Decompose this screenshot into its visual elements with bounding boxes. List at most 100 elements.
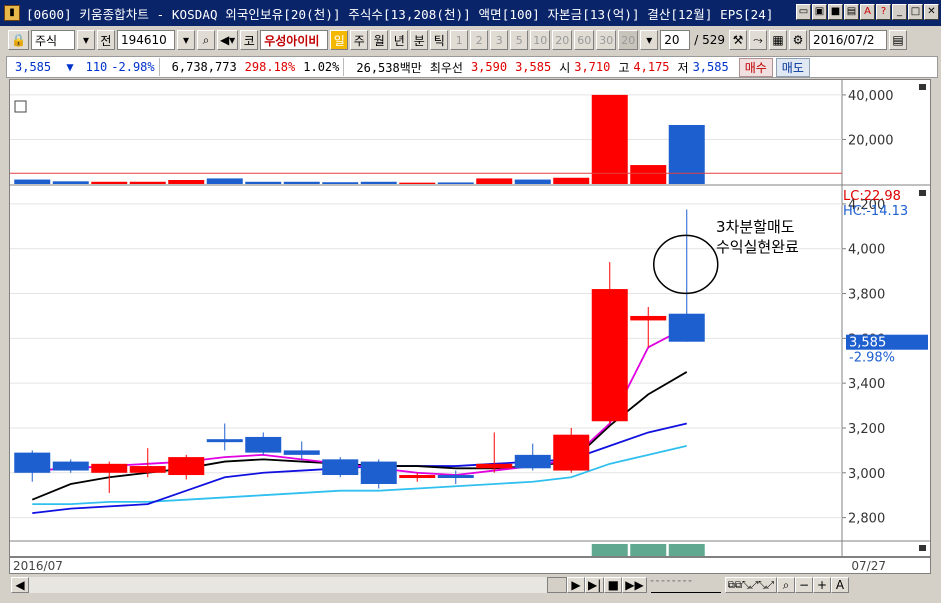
- turnover-value: 1.02%: [303, 60, 340, 74]
- plus-icon[interactable]: +: [813, 577, 832, 593]
- candle-body: [630, 315, 667, 321]
- market-dropdown-icon[interactable]: ▾: [76, 30, 95, 50]
- interval-20[interactable]: 20: [552, 30, 573, 50]
- count-input[interactable]: 20: [660, 30, 691, 50]
- change-value: 110: [85, 60, 108, 74]
- lc-label: LC:22.98: [843, 189, 901, 204]
- volume-bar: [14, 179, 51, 184]
- stop-icon[interactable]: ■: [604, 577, 623, 593]
- lock-icon[interactable]: 🔒: [8, 30, 29, 50]
- volume-value: 6,738,773: [171, 60, 237, 74]
- price-marker-value: 3,585: [849, 336, 886, 351]
- interval-30[interactable]: 30: [596, 30, 617, 50]
- annotation-line2: 수익실현완료: [716, 238, 799, 256]
- candle-body: [553, 434, 590, 471]
- maximize-icon[interactable]: □: [908, 4, 923, 20]
- close-icon[interactable]: ✕: [924, 4, 939, 20]
- candle-body: [514, 454, 551, 469]
- sell-button[interactable]: 매도: [775, 57, 810, 77]
- best-ask-label: 최우선: [429, 60, 463, 75]
- interval-1[interactable]: 1: [450, 30, 469, 50]
- interval-60[interactable]: 60: [574, 30, 595, 50]
- volume-bar: [668, 124, 705, 184]
- zoom-slider[interactable]: ╴╴╴╴╴╴╴╴: [650, 577, 721, 593]
- volume-bar: [206, 178, 243, 184]
- price-tick-label: 3,200: [848, 422, 885, 437]
- code-input[interactable]: 194610: [116, 30, 175, 50]
- step-icon[interactable]: ▶|: [585, 577, 605, 593]
- price-chart-svg[interactable]: 40,00020,0004,2004,0003,8003,6003,4003,2…: [10, 80, 930, 556]
- candle-body: [399, 475, 436, 479]
- price-tick-label: 3,400: [848, 377, 885, 392]
- minus-icon[interactable]: −: [795, 577, 814, 593]
- interval-5[interactable]: 5: [510, 30, 529, 50]
- code-type-button[interactable]: 코: [240, 30, 259, 50]
- candle-body: [245, 436, 282, 453]
- price-tick-label: 2,800: [848, 512, 885, 527]
- scroll-track[interactable]: [29, 577, 547, 593]
- code-value: 194610: [120, 33, 167, 47]
- price-tick-label: 3,800: [848, 288, 885, 303]
- minimize-icon[interactable]: _: [892, 4, 907, 20]
- help-icon[interactable]: ?: [876, 4, 891, 20]
- volume-bar: [129, 181, 166, 184]
- tool-icon[interactable]: ⚒: [728, 30, 747, 50]
- save-icon[interactable]: ■: [828, 4, 843, 20]
- zoom-icons[interactable]: ⧉⧉⤡⤢⤡⤢: [724, 577, 778, 593]
- change-pct: -2.98%: [111, 60, 155, 74]
- font-icon[interactable]: A: [860, 4, 875, 20]
- interval-dropdown-icon[interactable]: ▾: [640, 30, 659, 50]
- link-icon[interactable]: ▭: [796, 4, 811, 20]
- interval-3[interactable]: 3: [490, 30, 509, 50]
- buy-button[interactable]: 매수: [738, 57, 773, 77]
- date-end: 07/27: [851, 559, 886, 573]
- layout-icon[interactable]: ▦: [768, 30, 787, 50]
- window-title: [0600] 키움종합차트 - KOSDAQ 외국인보유[20(천)] 주식수[…: [26, 6, 774, 22]
- indicator-icon[interactable]: ⤳: [748, 30, 767, 50]
- market-select[interactable]: 주식: [30, 30, 75, 50]
- code-dropdown-icon[interactable]: ▾: [176, 30, 195, 50]
- hc-label: HC:-14.13: [843, 204, 908, 219]
- current-price: 3,585 ▼: [7, 60, 82, 74]
- price-tick-label: 4,000: [848, 243, 885, 258]
- settings-icon[interactable]: ⚙: [788, 30, 807, 50]
- total-count: / 529: [694, 33, 725, 47]
- calendar-icon[interactable]: ▤: [888, 30, 907, 50]
- font-size-icon[interactable]: A: [831, 577, 850, 593]
- play-icon[interactable]: ▶▶: [622, 577, 647, 593]
- copy-icon[interactable]: ▣: [812, 4, 827, 20]
- divider: [158, 58, 168, 76]
- date-input[interactable]: 2016/07/2: [808, 30, 887, 50]
- prev-button[interactable]: 전: [96, 30, 115, 50]
- volume-ratio: 298.18%: [244, 60, 296, 74]
- zoom-icon[interactable]: ⌕: [777, 577, 796, 593]
- scroll-left-icon[interactable]: ◀: [11, 577, 29, 593]
- period-month[interactable]: 월: [370, 30, 389, 50]
- scroll-thumb[interactable]: [547, 577, 567, 593]
- scroll-right-icon[interactable]: ▶: [567, 577, 585, 593]
- bottom-scrollbar[interactable]: ◀ ▶ ▶| ■ ▶▶ ╴╴╴╴╴╴╴╴ ⧉⧉⤡⤢⤡⤢ ⌕ − + A: [9, 575, 931, 595]
- interval-20b[interactable]: 20: [618, 30, 639, 50]
- annotation-line1: 3차분할매도: [716, 218, 795, 236]
- search-icon[interactable]: ⌕: [196, 30, 215, 50]
- period-day[interactable]: 일: [330, 30, 349, 50]
- pane-close-icon: [919, 84, 926, 90]
- period-year[interactable]: 년: [390, 30, 409, 50]
- candle-body: [168, 457, 205, 476]
- volume-bar: [360, 181, 397, 184]
- period-tick[interactable]: 틱: [430, 30, 449, 50]
- period-minute[interactable]: 분: [410, 30, 429, 50]
- print-icon[interactable]: ▤: [844, 4, 859, 20]
- volume-bar: [283, 181, 320, 184]
- low-value: 3,585: [692, 60, 729, 74]
- app-icon: ▮: [4, 5, 20, 21]
- candle-body: [668, 313, 705, 342]
- interval-10[interactable]: 10: [530, 30, 551, 50]
- speaker-icon[interactable]: ◀▾: [216, 30, 239, 50]
- chart-area[interactable]: 40,00020,0004,2004,0003,8003,6003,4003,2…: [9, 79, 931, 557]
- chart-toolbar: 🔒 주식 ▾ 전 194610 ▾ ⌕ ◀▾ 코 우성아이비 일 주 월 년 분…: [0, 27, 941, 53]
- volume-bar: [168, 179, 205, 184]
- interval-2[interactable]: 2: [470, 30, 489, 50]
- price-tick-label: 3,000: [848, 467, 885, 482]
- period-week[interactable]: 주: [350, 30, 369, 50]
